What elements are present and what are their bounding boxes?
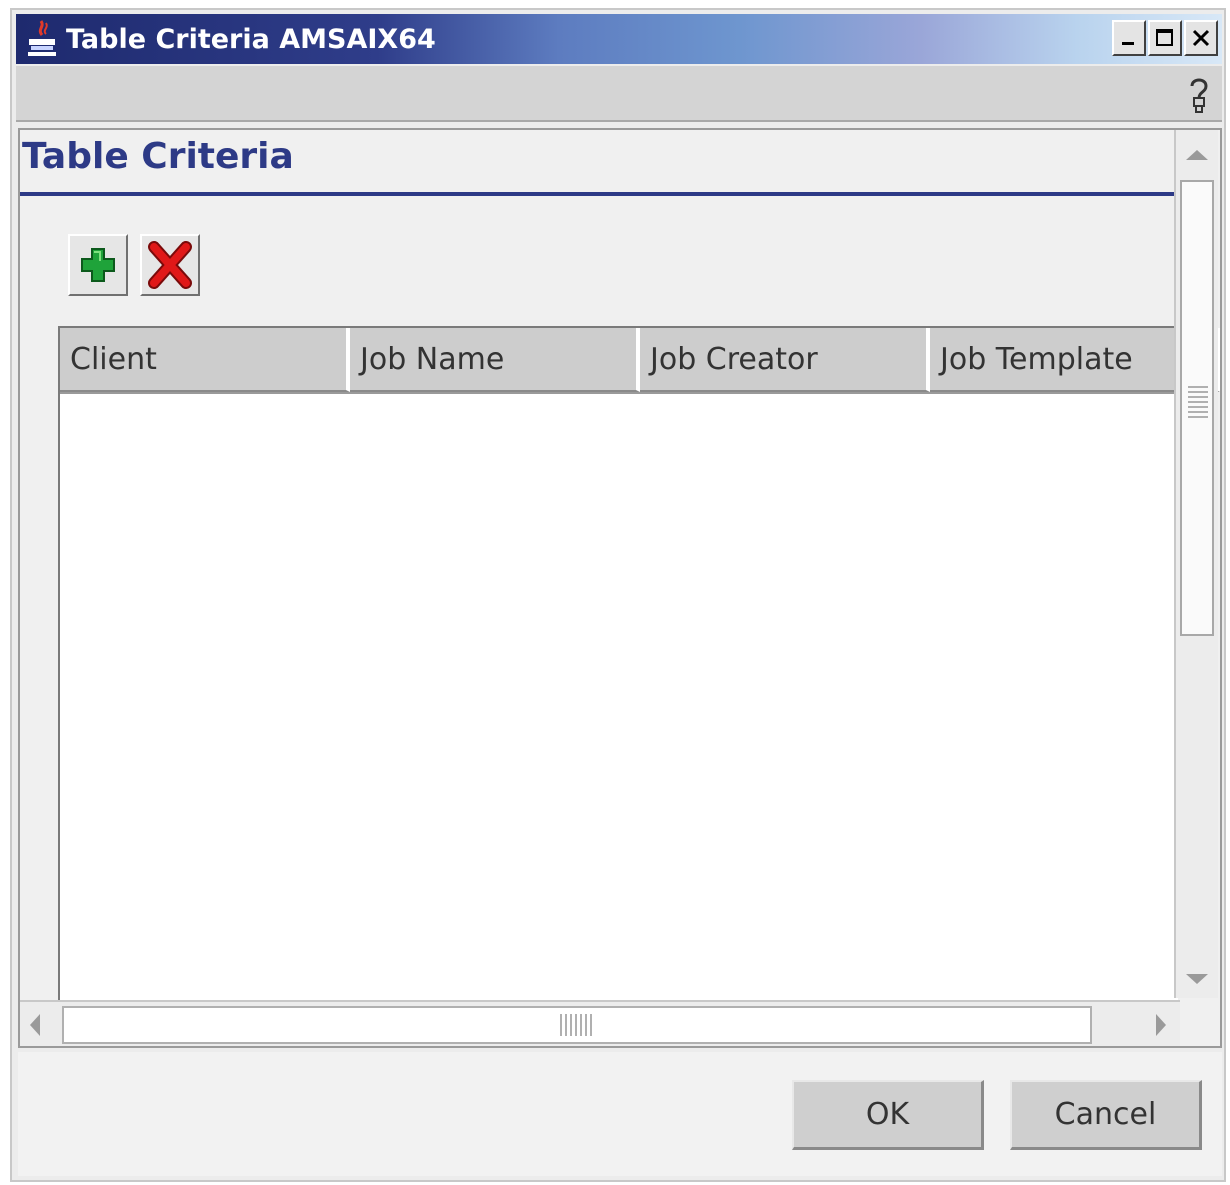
vertical-scroll-thumb[interactable] (1180, 180, 1214, 636)
window-title: Table Criteria AMSAIX64 (66, 23, 436, 55)
minimize-button[interactable] (1112, 20, 1146, 56)
minimize-icon (1122, 42, 1134, 45)
ok-button[interactable]: OK (792, 1080, 984, 1150)
table-header: Client Job Name Job Creator Job Template (60, 328, 1220, 394)
close-button[interactable] (1184, 20, 1218, 56)
horizontal-scrollbar[interactable] (20, 1000, 1180, 1046)
dialog-window: Table Criteria AMSAIX64 Table Criteria C… (10, 8, 1226, 1182)
cancel-button[interactable]: Cancel (1010, 1080, 1202, 1150)
grip-icon (1188, 386, 1208, 421)
dialog-footer: OK Cancel (18, 1052, 1222, 1176)
delete-row-button[interactable] (140, 234, 200, 296)
scroll-left-icon[interactable] (30, 1014, 40, 1036)
table-toolbar (68, 234, 200, 296)
scroll-right-icon[interactable] (1156, 1014, 1166, 1036)
section-divider (20, 192, 1178, 196)
section-title: Table Criteria (22, 136, 294, 177)
add-row-button[interactable] (68, 234, 128, 296)
scroll-up-icon[interactable] (1186, 150, 1208, 160)
title-bar[interactable]: Table Criteria AMSAIX64 (16, 14, 1222, 64)
red-x-icon (148, 241, 192, 289)
help-bar (16, 66, 1222, 122)
green-plus-icon (81, 248, 115, 282)
horizontal-scroll-thumb[interactable] (62, 1006, 1092, 1044)
help-icon[interactable] (1184, 76, 1214, 118)
maximize-icon (1156, 29, 1173, 46)
content-panel: Table Criteria Client Job Name Job Creat… (18, 128, 1222, 1048)
scroll-down-icon[interactable] (1186, 974, 1208, 984)
column-header-job-name[interactable]: Job Name (350, 328, 640, 392)
column-header-client[interactable]: Client (60, 328, 350, 392)
window-controls (1112, 20, 1218, 56)
grip-icon (560, 1014, 592, 1036)
maximize-button[interactable] (1148, 20, 1182, 56)
column-header-job-creator[interactable]: Job Creator (640, 328, 930, 392)
vertical-scrollbar[interactable] (1174, 130, 1218, 998)
criteria-table[interactable]: Client Job Name Job Creator Job Template (58, 326, 1220, 1000)
java-cup-icon (22, 17, 62, 61)
close-icon (1192, 29, 1210, 47)
